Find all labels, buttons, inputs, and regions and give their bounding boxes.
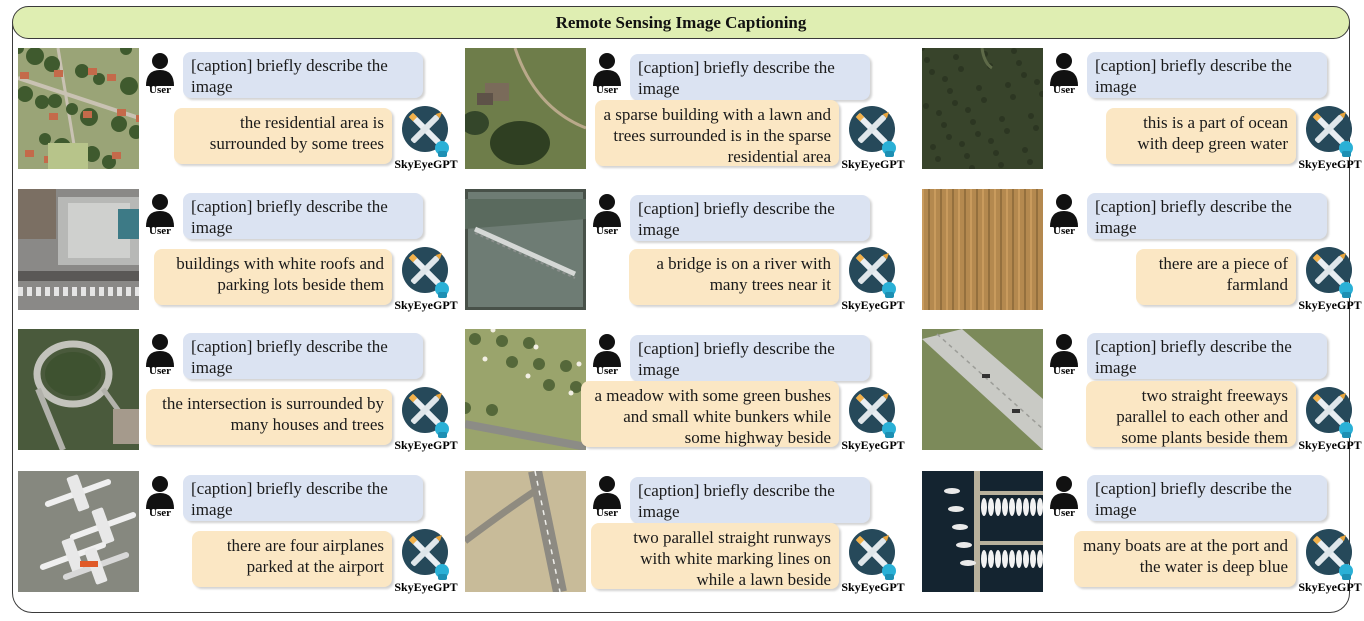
skyeyegpt-label: SkyEyeGPT (394, 438, 458, 452)
user-avatar: User (1047, 193, 1081, 237)
user-icon (1050, 476, 1078, 509)
skyeyegpt-label: SkyEyeGPT (841, 580, 905, 594)
skyeyegpt-avatar: SkyEyeGPT (390, 246, 462, 313)
answer-bubble: two parallel straight runways with white… (591, 523, 839, 589)
user-avatar: User (590, 52, 624, 96)
skyeyegpt-logo-icon (402, 529, 449, 580)
question-bubble: [caption] briefly describe the image (1087, 52, 1327, 98)
skyeyegpt-logo-icon (402, 247, 449, 298)
skyeyegpt-avatar: SkyEyeGPT (837, 386, 909, 453)
skyeyegpt-avatar: SkyEyeGPT (837, 528, 909, 595)
question-bubble: [caption] briefly describe the image (630, 195, 870, 241)
skyeyegpt-avatar: SkyEyeGPT (1294, 386, 1364, 453)
skyeyegpt-logo-icon (849, 106, 896, 157)
skyeyegpt-logo-icon (402, 106, 449, 157)
skyeyegpt-label: SkyEyeGPT (1298, 157, 1362, 171)
user-avatar: User (590, 193, 624, 237)
question-bubble: [caption] briefly describe the image (630, 54, 870, 100)
question-bubble: [caption] briefly describe the image (630, 335, 870, 381)
user-avatar: User (1047, 333, 1081, 377)
answer-bubble: a meadow with some green bushes and smal… (581, 381, 839, 447)
skyeyegpt-logo-icon (402, 387, 449, 438)
answer-bubble: a bridge is on a river with many trees n… (629, 249, 839, 305)
aerial-image-intersection (18, 329, 139, 450)
skyeyegpt-label: SkyEyeGPT (1298, 580, 1362, 594)
question-bubble: [caption] briefly describe the image (183, 475, 423, 521)
user-avatar: User (590, 333, 624, 377)
user-avatar: User (1047, 475, 1081, 519)
question-bubble: [caption] briefly describe the image (630, 477, 870, 523)
aerial-image-freeways (922, 329, 1043, 450)
user-icon (146, 53, 174, 86)
user-icon (593, 53, 621, 86)
answer-bubble: the intersection is surrounded by many h… (146, 389, 392, 445)
user-icon (1050, 334, 1078, 367)
skyeyegpt-logo-icon (849, 529, 896, 580)
answer-bubble: the residential area is surrounded by so… (174, 108, 392, 164)
answer-bubble: a sparse building with a lawn and trees … (595, 100, 839, 166)
question-bubble: [caption] briefly describe the image (183, 333, 423, 379)
skyeyegpt-avatar: SkyEyeGPT (837, 105, 909, 172)
user-icon (593, 334, 621, 367)
skyeyegpt-logo-icon (1306, 247, 1353, 298)
aerial-image-sparse-building (465, 48, 586, 169)
user-avatar: User (1047, 52, 1081, 96)
skyeyegpt-avatar: SkyEyeGPT (390, 105, 462, 172)
skyeyegpt-logo-icon (849, 247, 896, 298)
skyeyegpt-avatar: SkyEyeGPT (837, 246, 909, 313)
user-icon (146, 194, 174, 227)
answer-bubble: there are a piece of farmland (1136, 249, 1296, 305)
aerial-image-bridge (465, 189, 586, 310)
user-icon (146, 334, 174, 367)
user-icon (1050, 194, 1078, 227)
user-avatar: User (143, 193, 177, 237)
skyeyegpt-avatar: SkyEyeGPT (1294, 246, 1364, 313)
aerial-image-runways (465, 471, 586, 592)
skyeyegpt-logo-icon (1306, 106, 1353, 157)
skyeyegpt-label: SkyEyeGPT (394, 157, 458, 171)
user-avatar: User (143, 52, 177, 96)
skyeyegpt-avatar: SkyEyeGPT (390, 386, 462, 453)
user-icon (1050, 53, 1078, 86)
question-bubble: [caption] briefly describe the image (183, 193, 423, 239)
skyeyegpt-label: SkyEyeGPT (841, 438, 905, 452)
page-title: Remote Sensing Image Captioning (555, 12, 807, 32)
skyeyegpt-logo-icon (1306, 387, 1353, 438)
skyeyegpt-avatar: SkyEyeGPT (1294, 105, 1364, 172)
skyeyegpt-label: SkyEyeGPT (841, 157, 905, 171)
skyeyegpt-avatar: SkyEyeGPT (390, 528, 462, 595)
skyeyegpt-label: SkyEyeGPT (394, 298, 458, 312)
skyeyegpt-label: SkyEyeGPT (841, 298, 905, 312)
answer-bubble: there are four airplanes parked at the a… (192, 531, 392, 587)
question-bubble: [caption] briefly describe the image (1087, 333, 1327, 379)
skyeyegpt-label: SkyEyeGPT (394, 580, 458, 594)
question-bubble: [caption] briefly describe the image (183, 52, 423, 98)
aerial-image-farmland (922, 189, 1043, 310)
user-avatar: User (143, 475, 177, 519)
answer-bubble: two straight freeways parallel to each o… (1086, 381, 1296, 447)
title-banner: Remote Sensing Image Captioning (12, 6, 1350, 39)
question-bubble: [caption] briefly describe the image (1087, 193, 1327, 239)
question-bubble: [caption] briefly describe the image (1087, 475, 1327, 521)
user-icon (593, 194, 621, 227)
user-icon (146, 476, 174, 509)
aerial-image-ocean (922, 48, 1043, 169)
aerial-image-boats (922, 471, 1043, 592)
user-avatar: User (590, 475, 624, 519)
aerial-image-airplanes (18, 471, 139, 592)
skyeyegpt-avatar: SkyEyeGPT (1294, 528, 1364, 595)
answer-bubble: many boats are at the port and the water… (1074, 531, 1296, 587)
answer-bubble: buildings with white roofs and parking l… (154, 249, 392, 305)
aerial-image-white-roofs (18, 189, 139, 310)
skyeyegpt-label: SkyEyeGPT (1298, 438, 1362, 452)
answer-bubble: this is a part of ocean with deep green … (1106, 108, 1296, 164)
user-avatar: User (143, 333, 177, 377)
skyeyegpt-logo-icon (1306, 529, 1353, 580)
user-icon (593, 476, 621, 509)
aerial-image-residential (18, 48, 139, 169)
skyeyegpt-logo-icon (849, 387, 896, 438)
skyeyegpt-label: SkyEyeGPT (1298, 298, 1362, 312)
aerial-image-meadow (465, 329, 586, 450)
